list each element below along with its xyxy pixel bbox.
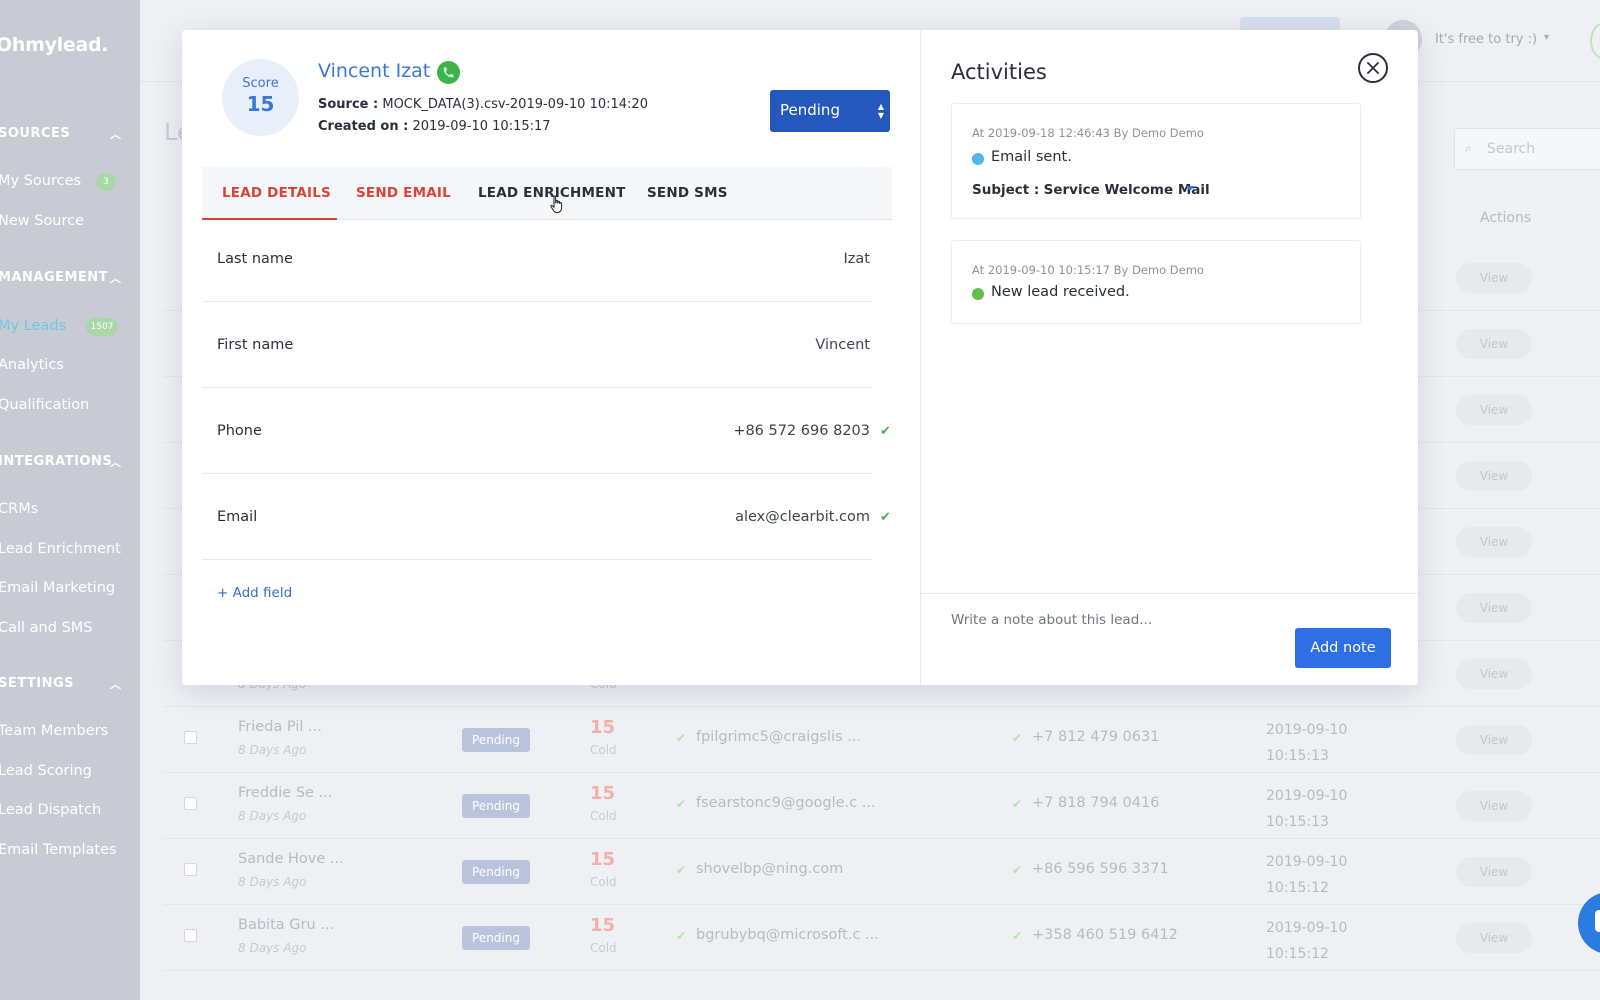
pointer-cursor-icon: [550, 195, 563, 214]
tab-send-email[interactable]: SEND EMAIL: [356, 185, 451, 201]
view-button[interactable]: View: [1456, 857, 1532, 887]
sidebar-item-team-members[interactable]: Team Members: [0, 723, 108, 739]
note-input[interactable]: [951, 608, 1251, 632]
activity-subject[interactable]: Subject : Service Welcome Mail: [972, 182, 1210, 198]
sidebar-item-email-templates[interactable]: Email Templates: [0, 842, 117, 858]
check-icon: ✔: [1012, 731, 1023, 745]
field-row-last-name[interactable]: Last name Izat: [202, 216, 872, 302]
check-icon: ✔: [676, 863, 687, 877]
row-checkbox[interactable]: [184, 929, 197, 942]
sidebar-item-qualification[interactable]: Qualification: [0, 397, 89, 413]
view-button[interactable]: View: [1456, 263, 1532, 293]
select-arrows-icon: ▲ ▼: [877, 102, 884, 120]
field-row-email[interactable]: Email alex@clearbit.com ✔: [202, 474, 891, 560]
sidebar-section-integrations[interactable]: INTEGRATIONS ︿: [0, 454, 121, 469]
view-button[interactable]: View: [1456, 791, 1532, 821]
field-row-phone[interactable]: Phone +86 572 696 8203 ✔: [202, 388, 891, 474]
view-button[interactable]: View: [1456, 395, 1532, 425]
sources-count-badge: 3: [96, 173, 116, 191]
verified-check-icon: ✔: [880, 510, 891, 525]
tab-lead-details[interactable]: LEAD DETAILS: [222, 185, 331, 201]
sidebar-section-sources[interactable]: SOURCES ︿: [0, 126, 121, 141]
view-button[interactable]: View: [1456, 593, 1532, 623]
lead-source: Source : MOCK_DATA(3).csv-2019-09-10 10:…: [318, 97, 648, 112]
sidebar-item-new-source[interactable]: New Source: [0, 213, 84, 229]
lead-created-on: Created on : 2019-09-10 10:15:17: [318, 119, 551, 134]
status-badge: Pending: [462, 794, 530, 818]
sidebar-item-lead-dispatch[interactable]: Lead Dispatch: [0, 802, 101, 818]
status-dot-blue: [972, 153, 984, 165]
lead-name: Vincent Izat: [318, 60, 431, 82]
check-icon: ✔: [1012, 929, 1023, 943]
close-button[interactable]: [1358, 53, 1388, 83]
activities-panel: Activities At 2019-09-18 12:46:43 By Dem…: [920, 30, 1418, 685]
search-input[interactable]: ⌕ Search: [1454, 128, 1600, 170]
status-badge: Pending: [462, 728, 530, 752]
sidebar-item-crms[interactable]: CRMs: [0, 501, 38, 517]
leads-count-badge: 1507: [86, 318, 118, 336]
chevron-up-icon: ︿: [110, 272, 122, 285]
close-icon: [1367, 62, 1379, 74]
table-row[interactable]: Freddie Se ... 8 Days Ago Pending 15 Col…: [164, 773, 1600, 839]
score-value: 15: [246, 92, 275, 116]
row-checkbox[interactable]: [184, 863, 197, 876]
lead-tabs: LEAD DETAILS SEND EMAIL LEAD ENRICHMENT …: [202, 167, 892, 220]
add-note-button[interactable]: Add note: [1295, 628, 1391, 668]
sidebar-section-management[interactable]: MANAGEMENT ︿: [0, 270, 121, 285]
verified-check-icon: ✔: [880, 424, 891, 439]
status-select[interactable]: Pending ▲ ▼: [770, 90, 890, 132]
sidebar-item-my-sources[interactable]: My Sources: [0, 173, 81, 189]
view-button[interactable]: View: [1456, 659, 1532, 689]
check-icon: ✔: [676, 731, 687, 745]
add-field-link[interactable]: + Add field: [217, 585, 292, 601]
lead-details-panel: Score 15 Vincent Izat Source : MOCK_DATA…: [182, 30, 920, 685]
status-badge: Pending: [462, 926, 530, 950]
check-icon: ✔: [1012, 863, 1023, 877]
activities-title: Activities: [951, 60, 1047, 84]
field-row-first-name[interactable]: First name Vincent: [202, 302, 872, 388]
sidebar-item-my-leads[interactable]: My Leads: [0, 318, 66, 334]
tab-send-sms[interactable]: SEND SMS: [647, 185, 728, 201]
table-row[interactable]: Sande Hove ... 8 Days Ago Pending 15 Col…: [164, 839, 1600, 905]
row-checkbox[interactable]: [184, 731, 197, 744]
chevron-down-icon[interactable]: ▾: [1544, 32, 1549, 43]
activity-card-new-lead: At 2019-09-10 10:15:17 By Demo Demo New …: [951, 240, 1361, 324]
activity-card-email-sent: At 2019-09-18 12:46:43 By Demo Demo Emai…: [951, 103, 1361, 219]
sidebar-item-lead-scoring[interactable]: Lead Scoring: [0, 763, 92, 779]
chevron-up-icon: ︿: [110, 128, 122, 141]
status-badge: Pending: [462, 860, 530, 884]
actions-column-header: Actions: [1480, 210, 1532, 226]
view-button[interactable]: View: [1456, 725, 1532, 755]
chevron-up-icon: ︿: [110, 678, 122, 691]
phone-icon[interactable]: [437, 61, 460, 84]
view-button[interactable]: View: [1456, 329, 1532, 359]
free-trial-text[interactable]: It's free to try :): [1435, 32, 1537, 47]
check-icon: ✔: [676, 929, 687, 943]
score-circle: Score 15: [222, 59, 299, 136]
sidebar-section-settings[interactable]: SETTINGS ︿: [0, 676, 121, 691]
lead-modal: Score 15 Vincent Izat Source : MOCK_DATA…: [182, 30, 1418, 685]
table-row[interactable]: Babita Gru ... 8 Days Ago Pending 15 Col…: [164, 905, 1600, 971]
sidebar-item-lead-enrichment[interactable]: Lead Enrichment: [0, 541, 121, 557]
chevron-up-icon: ︿: [110, 456, 122, 469]
row-checkbox[interactable]: [184, 797, 197, 810]
chat-icon: [1595, 910, 1600, 932]
sidebar-item-email-marketing[interactable]: Email Marketing: [0, 580, 115, 596]
sidebar-item-call-sms[interactable]: Call and SMS: [0, 620, 92, 636]
search-icon: ⌕: [1465, 141, 1472, 155]
status-dot-green: [972, 288, 984, 300]
check-icon: ✔: [676, 797, 687, 811]
table-row[interactable]: Frieda Pil ... 8 Days Ago Pending 15 Col…: [164, 707, 1600, 773]
view-button[interactable]: View: [1456, 527, 1532, 557]
note-area: Add note: [921, 593, 1418, 685]
view-button[interactable]: View: [1456, 461, 1532, 491]
check-icon: ✔: [1012, 797, 1023, 811]
caret-down-icon[interactable]: [1186, 186, 1194, 191]
view-button[interactable]: View: [1456, 923, 1532, 953]
sidebar-item-analytics[interactable]: Analytics: [0, 357, 64, 373]
app-logo[interactable]: Ohmylead.: [0, 34, 109, 56]
sidebar: Ohmylead. SOURCES ︿ My Sources 3 New Sour…: [0, 0, 140, 1000]
